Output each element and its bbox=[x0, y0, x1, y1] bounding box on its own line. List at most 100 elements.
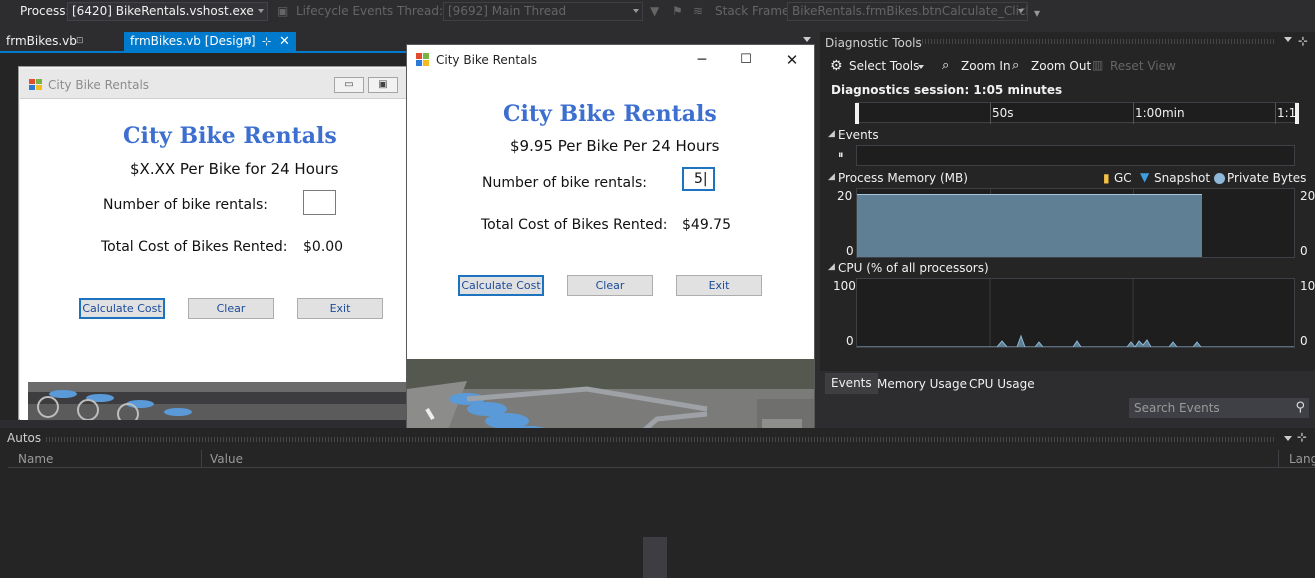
timeline-ruler[interactable]: 50s 1:00min 1:1 bbox=[855, 102, 1299, 124]
run-total-label: Total Cost of Bikes Rented: bbox=[481, 217, 668, 233]
thread-label: Thread: bbox=[397, 4, 444, 18]
design-form-titlebar: City Bike Rentals ▭ ▣ bbox=[20, 69, 406, 99]
gc-marker-icon: ▮ bbox=[1103, 171, 1110, 185]
filter-icon[interactable]: ▼ bbox=[650, 4, 659, 18]
show-threads-icon[interactable]: ≋ bbox=[693, 4, 703, 18]
flag-threads-icon[interactable]: ⚑ bbox=[672, 4, 683, 18]
legend-snapshot: Snapshot bbox=[1154, 171, 1211, 185]
search-placeholder: Search Events bbox=[1134, 401, 1220, 415]
tab-label: frmBikes.vb [Design] bbox=[130, 34, 256, 48]
design-rentals-input[interactable] bbox=[303, 190, 336, 215]
column-value[interactable]: Value bbox=[210, 452, 243, 466]
collapse-icon[interactable]: ◢ bbox=[828, 262, 835, 272]
timeline-end-handle[interactable] bbox=[1295, 103, 1299, 124]
minimize-icon: ▭ bbox=[334, 77, 364, 93]
timeline-start-handle[interactable] bbox=[855, 103, 859, 124]
zoom-in-icon[interactable]: ⌕ bbox=[942, 58, 949, 73]
events-track[interactable] bbox=[856, 145, 1295, 166]
cpu-axis-min: 0 bbox=[846, 334, 854, 348]
design-heading: City Bike Rentals bbox=[123, 123, 337, 149]
gear-icon: ⚙ bbox=[830, 58, 843, 74]
chevron-down-icon[interactable] bbox=[1284, 37, 1292, 42]
chevron-down-icon bbox=[258, 9, 264, 13]
private-bytes-swatch bbox=[1214, 173, 1225, 184]
tab-events[interactable]: Events bbox=[825, 373, 878, 394]
events-label: Events bbox=[838, 128, 879, 142]
reset-view-button[interactable]: Reset View bbox=[1110, 59, 1176, 73]
pin-icon[interactable]: ⊡ bbox=[244, 32, 252, 51]
design-total-value: $0.00 bbox=[303, 239, 344, 255]
ruler-tick: 1:1 bbox=[1277, 106, 1297, 120]
app-icon bbox=[29, 79, 42, 90]
private-bytes-area bbox=[857, 194, 1202, 257]
tab-frmbikes-code[interactable]: frmBikes.vb ⊡ bbox=[0, 32, 122, 51]
zoom-in-button[interactable]: Zoom In bbox=[961, 59, 1011, 73]
tab-list-chevron-icon[interactable] bbox=[803, 37, 811, 42]
design-exit-button[interactable]: Exit bbox=[297, 298, 383, 319]
autos-header: Name Value Lang bbox=[8, 450, 1315, 468]
collapse-icon[interactable]: ◢ bbox=[828, 172, 835, 182]
pin-icon[interactable]: ⊹ bbox=[1297, 430, 1307, 444]
stackframe-label: Stack Frame: bbox=[715, 4, 794, 18]
run-clear-button[interactable]: Clear bbox=[567, 275, 653, 296]
tab-label: frmBikes.vb bbox=[6, 34, 77, 48]
tab-label: Events bbox=[831, 376, 872, 390]
snapshot-marker-icon: ▼ bbox=[1140, 170, 1150, 184]
app-icon bbox=[416, 53, 429, 66]
reset-view-icon: ▥ bbox=[1092, 58, 1104, 72]
text-caret: | bbox=[702, 171, 708, 187]
design-form[interactable]: City Bike Rentals ▭ ▣ City Bike Rentals … bbox=[20, 69, 406, 420]
run-exit-button[interactable]: Exit bbox=[676, 275, 762, 296]
diag-tabs: Events Memory Usage CPU Usage bbox=[820, 371, 1315, 395]
design-rentals-label: Number of bike rentals: bbox=[103, 197, 268, 213]
cpu-label: CPU (% of all processors) bbox=[838, 261, 989, 275]
zoom-out-button[interactable]: Zoom Out bbox=[1031, 59, 1091, 73]
cpu-axis-max-right: 100 bbox=[1300, 279, 1315, 293]
search-icon[interactable]: ⚲ bbox=[1295, 400, 1305, 415]
autos-panel: Autos ⊹ Name Value Lang bbox=[0, 428, 1315, 578]
select-tools-button[interactable]: Select Tools bbox=[849, 59, 919, 73]
diagnostic-tools-panel: Diagnostic Tools ⊹ ⚙ Select Tools ⌕ Zoom… bbox=[820, 32, 1315, 420]
run-calculate-button[interactable]: Calculate Cost bbox=[458, 275, 544, 296]
lifecycle-events-button[interactable]: Lifecycle Events bbox=[296, 4, 393, 18]
ruler-tick: 1:00min bbox=[1135, 106, 1185, 120]
stackframe-combo[interactable]: BikeRentals.frmBikes.btnCalculate_Click bbox=[787, 2, 1028, 21]
running-form-titlebar[interactable]: City Bike Rentals ─ ☐ ✕ bbox=[407, 45, 814, 75]
tab-frmbikes-design[interactable]: frmBikes.vb [Design] ⊡ ⊹ ✕ bbox=[124, 32, 296, 51]
thread-value: [9692] Main Thread bbox=[448, 4, 567, 18]
tab-cpu-usage[interactable]: CPU Usage bbox=[969, 377, 1035, 391]
tab-memory-usage[interactable]: Memory Usage bbox=[877, 377, 967, 391]
splitter[interactable] bbox=[643, 537, 667, 578]
chevron-down-icon[interactable] bbox=[918, 65, 924, 69]
chevron-down-icon[interactable] bbox=[1284, 436, 1292, 441]
search-events-input[interactable]: Search Events ⚲ bbox=[1129, 398, 1309, 418]
minimize-button[interactable]: ─ bbox=[687, 50, 717, 70]
cpu-graph[interactable] bbox=[856, 278, 1295, 348]
run-rentals-input[interactable]: 5| bbox=[682, 167, 715, 191]
pin-tab-icon[interactable]: ⊹ bbox=[262, 32, 271, 51]
maximize-button[interactable]: ☐ bbox=[731, 50, 761, 70]
pin-icon[interactable]: ⊹ bbox=[1298, 34, 1308, 48]
column-lang[interactable]: Lang bbox=[1289, 452, 1315, 466]
process-value: [6420] BikeRentals.vshost.exe bbox=[72, 4, 254, 18]
memory-graph[interactable] bbox=[856, 188, 1295, 258]
close-icon[interactable]: ✕ bbox=[279, 32, 290, 51]
design-form-title: City Bike Rentals bbox=[48, 78, 150, 92]
close-button[interactable]: ✕ bbox=[777, 50, 807, 70]
pin-icon[interactable]: ⊡ bbox=[76, 32, 84, 51]
memory-axis-max-right: 20 bbox=[1300, 189, 1315, 203]
process-label: Process: bbox=[20, 4, 70, 18]
column-name[interactable]: Name bbox=[18, 452, 53, 466]
collapse-icon[interactable]: ◢ bbox=[828, 129, 835, 139]
design-clear-button[interactable]: Clear bbox=[188, 298, 274, 319]
thread-combo[interactable]: [9692] Main Thread bbox=[443, 2, 643, 21]
design-calculate-button[interactable]: Calculate Cost bbox=[79, 298, 165, 319]
toolbar-overflow-icon[interactable]: ▾ bbox=[1034, 6, 1040, 20]
zoom-out-icon[interactable]: ⌕ bbox=[1012, 58, 1019, 73]
memory-label: Process Memory (MB) bbox=[838, 171, 968, 185]
process-combo[interactable]: [6420] BikeRentals.vshost.exe bbox=[67, 2, 268, 21]
design-total-label: Total Cost of Bikes Rented: bbox=[101, 239, 288, 255]
diag-toolbar: ⚙ Select Tools ⌕ Zoom In ⌕ Zoom Out ▥ Re… bbox=[820, 53, 1315, 78]
pause-icon[interactable]: ⏸ bbox=[838, 148, 844, 162]
running-form-title: City Bike Rentals bbox=[436, 53, 538, 67]
